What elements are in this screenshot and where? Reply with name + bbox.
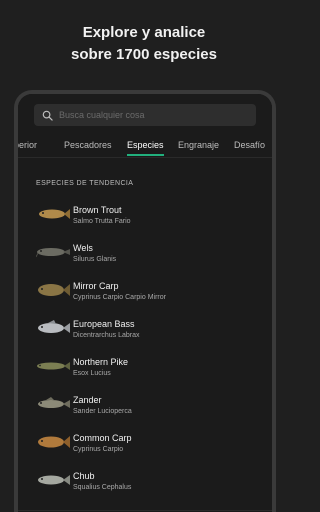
app-screen: perior Pescadores Especies Engranaje Des… — [18, 94, 272, 512]
tab-desafio[interactable]: Desafío — [234, 140, 265, 150]
common-carp-image — [38, 436, 70, 448]
species-name: European Bass — [73, 319, 135, 329]
species-latin: Cyprinus Carpio Carpio Mirror — [73, 294, 166, 301]
phone-frame: perior Pescadores Especies Engranaje Des… — [14, 90, 276, 512]
species-name: Northern Pike — [73, 357, 129, 367]
search-input[interactable] — [59, 110, 239, 120]
species-name: Common Carp — [73, 433, 132, 443]
mirror-carp-image — [38, 284, 70, 296]
northern-pike-image — [37, 362, 70, 370]
species-name: Zander — [73, 395, 102, 405]
search-bar[interactable] — [34, 104, 256, 126]
species-row[interactable]: Brown Trout Salmo Trutta Fario — [18, 198, 272, 236]
species-name: Mirror Carp — [73, 281, 119, 291]
wels-image — [36, 248, 70, 258]
species-row[interactable]: Zander Sander Lucioperca — [18, 388, 272, 426]
species-latin: Esox Lucius — [73, 370, 111, 377]
species-latin: Sander Lucioperca — [73, 408, 132, 415]
species-row[interactable]: Chub Squalius Cephalus — [18, 464, 272, 502]
tab-superior[interactable]: perior — [18, 140, 37, 150]
brown-trout-image — [39, 209, 70, 219]
section-title: ESPECIES DE TENDENCIA — [36, 180, 134, 187]
zander-image — [38, 397, 70, 408]
species-row[interactable]: Mirror Carp Cyprinus Carpio Carpio Mirro… — [18, 274, 272, 312]
headline: Explore y analice sobre 1700 especies — [0, 22, 288, 66]
species-name: Chub — [73, 471, 95, 481]
species-name: Wels — [73, 243, 93, 253]
tab-engranaje[interactable]: Engranaje — [178, 140, 219, 150]
species-row[interactable]: Wels Silurus Glanis — [18, 236, 272, 274]
headline-line-2: sobre 1700 especies — [71, 46, 217, 63]
species-latin: Cyprinus Carpio — [73, 446, 124, 453]
species-row[interactable]: Northern Pike Esox Lucius — [18, 350, 272, 388]
species-name: Brown Trout — [73, 205, 122, 215]
species-row[interactable]: European Bass Dicentrarchus Labrax — [18, 312, 272, 350]
species-latin: Dicentrarchus Labrax — [73, 332, 140, 339]
tab-pescadores[interactable]: Pescadores — [64, 140, 112, 150]
tab-especies[interactable]: Especies — [127, 140, 164, 156]
search-icon — [42, 110, 53, 121]
european-bass-image — [38, 320, 70, 333]
headline-line-1: Explore y analice — [82, 24, 206, 41]
category-tabs: perior Pescadores Especies Engranaje Des… — [18, 136, 272, 158]
chub-image — [38, 475, 70, 485]
species-latin: Salmo Trutta Fario — [73, 218, 131, 225]
species-latin: Silurus Glanis — [73, 256, 117, 263]
species-latin: Squalius Cephalus — [73, 484, 132, 491]
species-row[interactable]: Common Carp Cyprinus Carpio — [18, 426, 272, 464]
